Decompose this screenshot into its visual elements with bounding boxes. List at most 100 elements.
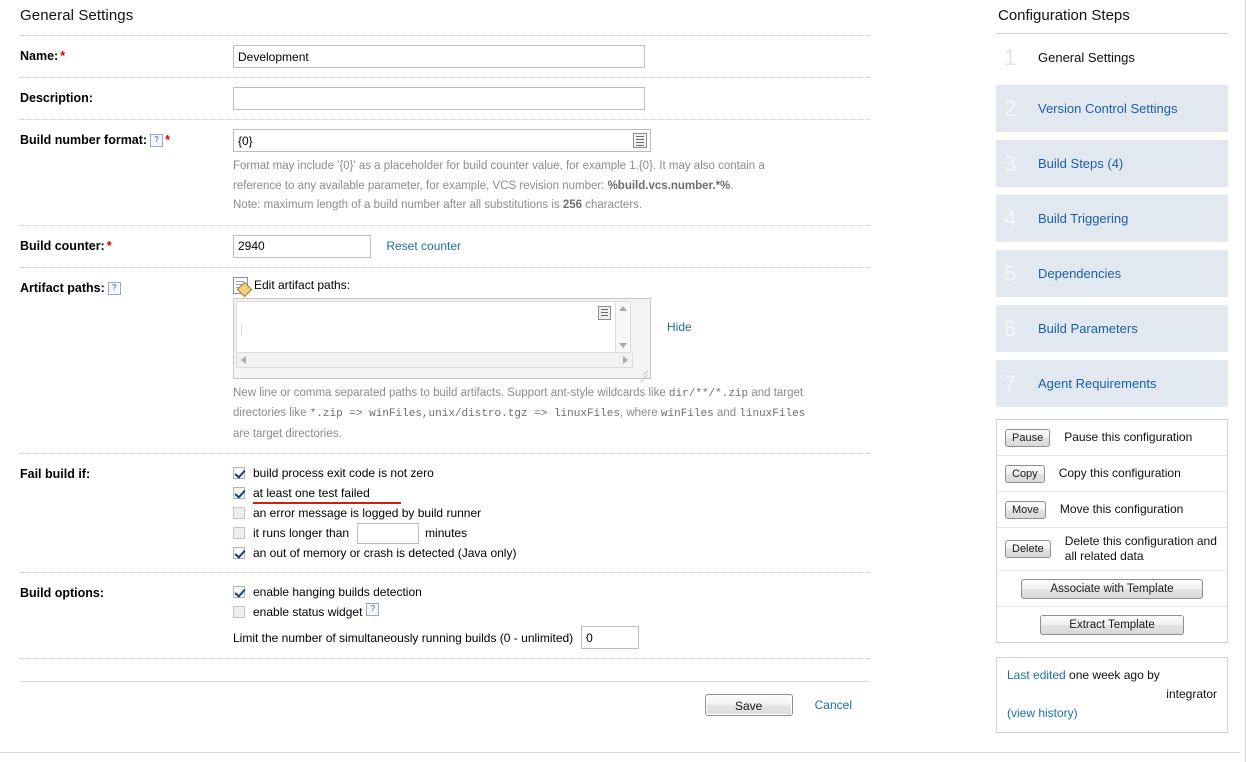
sidebar-item-version-control-settings[interactable]: 2 Version Control Settings (996, 85, 1228, 132)
artifact-paths-hint: New line or comma separated paths to bui… (233, 384, 858, 445)
resize-grip-icon[interactable] (639, 367, 648, 376)
step-number: 6 (1004, 315, 1017, 341)
label-build-counter-text: Build counter: (20, 238, 105, 253)
runs-longer-minutes-input[interactable] (357, 522, 420, 544)
hint-wildcard-example: dir/**/*.zip (668, 387, 749, 400)
sidebar-item-build-parameters[interactable]: 6 Build Parameters (996, 305, 1228, 352)
step-number: 2 (1004, 95, 1017, 121)
build-counter-input[interactable] (233, 234, 371, 258)
cancel-link[interactable]: Cancel (815, 698, 852, 712)
artifact-paths-textarea[interactable] (236, 300, 615, 353)
required-marker: * (106, 238, 112, 253)
build-option-label: enable status widget (253, 605, 363, 619)
scroll-down-icon[interactable] (619, 342, 627, 348)
sidebar-item-agent-requirements[interactable]: 7 Agent Requirements (996, 360, 1228, 407)
step-label: Dependencies (1038, 266, 1122, 281)
general-settings-form: General Settings Name:* Description: Bui… (0, 0, 890, 716)
delete-button[interactable]: Delete (1005, 540, 1051, 558)
step-number: 3 (1004, 150, 1017, 176)
copy-button[interactable]: Copy (1005, 464, 1045, 483)
save-button[interactable]: Save (704, 694, 793, 716)
extract-template-button[interactable]: Extract Template (1040, 614, 1184, 635)
name-input[interactable] (233, 45, 645, 68)
fail-option-runs-longer[interactable]: it runs longer than minutes (233, 522, 870, 544)
last-edited-link[interactable]: Last edited (1007, 668, 1066, 682)
vertical-scrollbar[interactable] (615, 300, 631, 353)
page-bottom-divider (0, 752, 1240, 753)
action-row-delete: Delete Delete this configuration and all… (997, 528, 1227, 571)
help-icon[interactable]: ? (366, 602, 380, 616)
label-build-options: Build options: (20, 586, 105, 600)
hint-3a: are target directories. (233, 427, 342, 440)
fail-option-test-failed[interactable]: at least one test failed (233, 483, 870, 504)
step-label: Build Parameters (1038, 321, 1138, 336)
build-option-status-widget[interactable]: enable status widget ? (233, 602, 870, 622)
help-icon[interactable]: ? (150, 134, 164, 147)
action-description: Delete this configuration and all relate… (1064, 534, 1217, 563)
action-row-copy: Copy Copy this configuration (997, 456, 1227, 492)
reset-counter-link[interactable]: Reset counter (386, 239, 461, 253)
fail-option-exit-code[interactable]: build process exit code is not zero (233, 463, 870, 483)
build-number-format-wrap (233, 129, 651, 152)
hint-2a: directories like (233, 407, 310, 419)
step-number: 7 (1004, 370, 1017, 396)
sidebar-item-build-steps[interactable]: 3 Build Steps (4) (996, 140, 1228, 187)
checkbox-error-message[interactable] (233, 507, 245, 519)
scroll-up-icon[interactable] (619, 305, 627, 311)
help-icon[interactable]: ? (107, 281, 121, 295)
checkbox-hanging-detection[interactable] (233, 586, 245, 598)
associate-with-template-button[interactable]: Associate with Template (1021, 578, 1203, 599)
step-label: Build Triggering (1038, 211, 1129, 226)
sidebar-item-build-triggering[interactable]: 4 Build Triggering (996, 195, 1228, 242)
description-input[interactable] (233, 87, 645, 110)
hint-2e: and (713, 407, 740, 419)
edit-document-icon (233, 276, 248, 294)
form-row-build-options: Build options: enable hanging builds det… (20, 572, 870, 658)
page-root: General Settings Name:* Description: Bui… (0, 0, 1246, 762)
parameter-list-icon[interactable] (633, 133, 647, 148)
fail-option-label: an error message is logged by build runn… (253, 506, 482, 520)
fail-option-error-message[interactable]: an error message is logged by build runn… (233, 503, 870, 523)
sidebar-item-general-settings[interactable]: 1 General Settings (996, 34, 1228, 81)
build-limit-label: Limit the number of simultaneously runni… (233, 630, 574, 645)
pause-button[interactable]: Pause (1005, 428, 1051, 447)
fail-option-out-of-memory[interactable]: an out of memory or crash is detected (J… (233, 543, 870, 563)
build-option-hanging-detection[interactable]: enable hanging builds detection (233, 582, 870, 602)
form-bottom-divider (20, 658, 870, 681)
hint-1a: New line or comma separated paths to bui… (233, 386, 669, 399)
form-row-description: Description: (20, 77, 870, 119)
checkbox-exit-code[interactable] (233, 467, 245, 479)
hint-line-3a: Note: maximum length of a build number a… (233, 199, 563, 211)
hint-line-2a: reference to any available parameter, fo… (233, 179, 608, 192)
action-description: Move this configuration (1059, 502, 1184, 516)
checkbox-out-of-memory[interactable] (233, 547, 245, 559)
configuration-actions-panel: Pause Pause this configuration Copy Copy… (996, 419, 1228, 643)
field-build-number-format: Format may include '{0}' as a placeholde… (233, 129, 870, 216)
scroll-right-icon[interactable] (623, 355, 628, 364)
checkbox-status-widget[interactable] (233, 606, 245, 618)
form-row-build-counter: Build counter:* Reset counter (20, 224, 870, 267)
horizontal-scrollbar[interactable] (236, 352, 633, 368)
build-limit-row: Limit the number of simultaneously runni… (233, 626, 870, 649)
configuration-steps-list: 1 General Settings 2 Version Control Set… (996, 34, 1228, 407)
build-number-format-input[interactable] (233, 129, 651, 152)
build-limit-input[interactable] (581, 626, 640, 649)
sidebar-item-dependencies[interactable]: 5 Dependencies (996, 250, 1228, 297)
view-history-link[interactable]: (view history) (1007, 706, 1078, 720)
scroll-left-icon[interactable] (241, 355, 246, 364)
hide-link[interactable]: Hide (667, 320, 692, 334)
checkbox-runs-longer[interactable] (233, 527, 245, 539)
hint-target-example: *.zip => winFiles,unix/distro.tgz => lin… (309, 408, 620, 420)
step-label: General Settings (1038, 50, 1135, 65)
required-marker: * (60, 49, 66, 63)
parameter-list-icon[interactable] (598, 305, 611, 320)
hint-line-2c: . (730, 179, 734, 192)
step-label: Version Control Settings (1038, 101, 1178, 116)
checkbox-test-failed[interactable] (233, 487, 245, 499)
form-row-build-number-format: Build number format:?* Format may includ… (20, 119, 870, 225)
label-description: Description: (20, 91, 93, 105)
field-description (233, 87, 870, 110)
artifact-editor-row: Hide (233, 297, 870, 379)
step-number: 5 (1004, 260, 1017, 286)
move-button[interactable]: Move (1005, 500, 1046, 519)
